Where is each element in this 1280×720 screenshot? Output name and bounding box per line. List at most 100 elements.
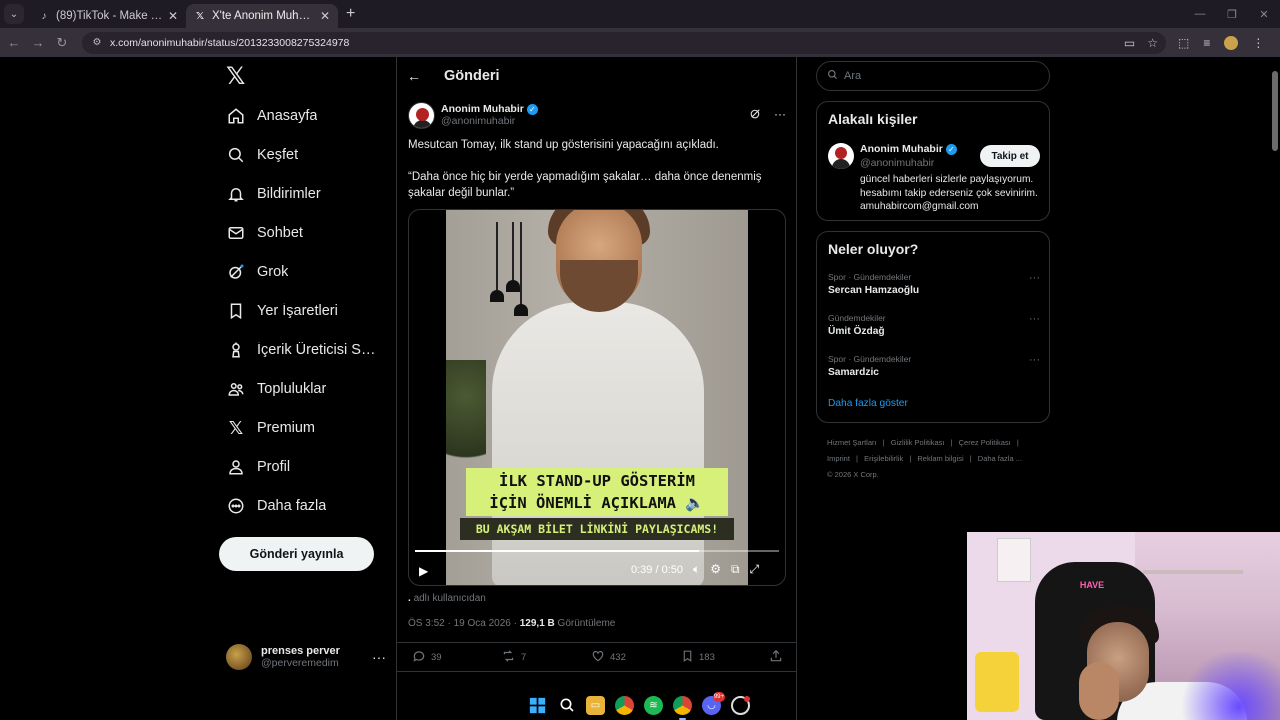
author-handle[interactable]: @anonimuhabir (441, 115, 538, 127)
settings-gear-icon[interactable]: ⚙ (710, 562, 721, 577)
fullscreen-icon[interactable]: ⤢ (750, 562, 760, 577)
view-count: 129,1 B (519, 618, 555, 629)
footer-link[interactable]: Gizlilik Politikası (891, 438, 945, 447)
forward-arrow-icon[interactable]: → (26, 35, 50, 50)
sidebar-item-more[interactable]: Daha fazla (226, 492, 386, 520)
sidebar-item-notifications[interactable]: Bildirimler (226, 180, 386, 208)
url-bar[interactable]: ⚙ x.com/anonimuhabir/status/201323300827… (82, 31, 1166, 54)
video-player[interactable]: İLK STAND-UP GÖSTERİM İÇİN ÖNEMLİ AÇIKLA… (408, 209, 786, 586)
video-progress-bar[interactable] (415, 550, 779, 552)
bookmark-button[interactable]: 183 (681, 649, 715, 666)
footer-link[interactable]: Daha fazla ... (978, 454, 1022, 463)
minimize-icon[interactable]: — (1184, 8, 1216, 20)
steam-icon[interactable] (731, 695, 750, 715)
close-tab-icon[interactable]: ✕ (168, 9, 178, 23)
footer-link[interactable]: Erişilebilirlik (864, 454, 903, 463)
more-dots-icon[interactable]: ··· (1029, 272, 1040, 284)
volume-icon[interactable]: 🔈︎ (693, 562, 700, 577)
sidebar-item-grok[interactable]: Grok (226, 258, 386, 286)
trend-item[interactable]: Gündemdekiler Ümit Özdağ ··· (828, 313, 1040, 343)
sidebar-item-label: Daha fazla (257, 498, 327, 514)
show-more-link[interactable]: Daha fazla göster (828, 398, 908, 409)
site-info-icon[interactable]: ⚙ (90, 36, 104, 50)
sidebar-item-explore[interactable]: Keşfet (226, 141, 386, 169)
author-name[interactable]: Anonim Muhabir (441, 103, 524, 115)
post-button[interactable]: Gönderi yayınla (219, 537, 374, 571)
account-name: prenses perver (261, 645, 340, 657)
sidebar-item-chat[interactable]: Sohbet (226, 219, 386, 247)
trend-name: Sercan Hamzaoğlu (828, 285, 920, 296)
post-timestamp[interactable]: ÖS 3:52 · 19 Oca 2026 · (408, 618, 517, 629)
view-label: Görüntüleme (557, 618, 616, 629)
sidebar-item-premium[interactable]: 𝕏 Premium (226, 414, 386, 442)
x-logo-icon: 𝕏 (195, 10, 205, 22)
url-text[interactable]: x.com/anonimuhabir/status/20132330082753… (110, 37, 1124, 49)
footer-link[interactable]: Çerez Politikası (959, 438, 1011, 447)
tab-x-post[interactable]: 𝕏 X'te Anonim Muhabir: "Mesutcan ✕ (186, 4, 338, 28)
tab-search-chevron-icon[interactable]: ⌄ (4, 4, 24, 24)
like-button[interactable]: 432 (591, 649, 626, 666)
search-icon[interactable] (557, 696, 576, 715)
profile-icon (226, 457, 246, 477)
reading-list-icon[interactable]: ≡ (1203, 36, 1210, 50)
menu-kebab-icon[interactable]: ⋮ (1252, 36, 1264, 50)
attribution-user[interactable]: . (408, 593, 411, 604)
person-name[interactable]: Anonim Muhabir (860, 143, 943, 155)
follow-button[interactable]: Takip et (980, 145, 1040, 167)
search-input[interactable]: Ara (816, 61, 1050, 91)
more-dots-icon[interactable]: ··· (372, 649, 386, 665)
video-frame[interactable]: İLK STAND-UP GÖSTERİM İÇİN ÖNEMLİ AÇIKLA… (446, 210, 748, 585)
share-button[interactable] (769, 649, 783, 666)
more-dots-icon[interactable]: ··· (1029, 354, 1040, 366)
maximize-icon[interactable]: ❐ (1216, 8, 1248, 21)
x-premium-icon: 𝕏 (228, 417, 244, 438)
sidebar-item-creator-studio[interactable]: İçerik Üreticisi St... (226, 336, 386, 364)
browser-tab-bar: ⌄ ♪ (89)TikTok - Make Your Day ✕ 𝕏 X'te … (0, 0, 1280, 28)
account-handle: @perveremedim (261, 657, 339, 669)
x-logo-icon[interactable]: 𝕏 (226, 65, 250, 89)
play-icon[interactable]: ▶ (419, 564, 428, 578)
profile-avatar[interactable] (1224, 35, 1239, 50)
more-dots-icon[interactable]: ··· (1029, 313, 1040, 325)
chrome-icon[interactable] (615, 695, 634, 715)
repost-button[interactable]: 7 (501, 649, 526, 666)
grok-icon (226, 262, 246, 282)
footer-link[interactable]: Hizmet Şartları (827, 438, 877, 447)
footer-link[interactable]: Reklam bilgisi (917, 454, 963, 463)
home-icon (226, 106, 246, 126)
extensions-icon[interactable]: ⬚ (1178, 36, 1189, 50)
back-arrow-icon[interactable]: ← (2, 35, 26, 50)
account-switcher[interactable]: prenses perver @perveremedim ··· (226, 643, 386, 671)
footer-link[interactable]: Imprint (827, 454, 850, 463)
chrome-active-icon[interactable] (673, 695, 692, 720)
sidebar-item-communities[interactable]: Topluluklar (226, 375, 386, 403)
post-meta: ÖS 3:52 · 19 Oca 2026 · 129,1 B Görüntül… (408, 618, 615, 629)
cast-icon[interactable]: ▭ (1124, 36, 1135, 50)
verified-badge-icon: ✓ (526, 103, 538, 115)
footer-links: Hizmet Şartları | Gizlilik Politikası | … (827, 438, 1022, 479)
new-tab-icon[interactable]: + (346, 5, 355, 23)
sidebar-item-profile[interactable]: Profil (226, 453, 386, 481)
discord-icon[interactable]: ◡ 99+ (702, 691, 725, 715)
back-arrow-icon[interactable]: ← (407, 68, 427, 84)
more-dots-icon[interactable]: ··· (774, 107, 786, 123)
spotify-icon[interactable]: ≋ (644, 695, 663, 715)
close-window-icon[interactable]: ✕ (1248, 8, 1280, 21)
bookmark-icon (226, 301, 246, 321)
sidebar-item-bookmarks[interactable]: Yer İşaretleri (226, 297, 386, 325)
bookmark-star-icon[interactable]: ☆ (1147, 36, 1158, 50)
sidebar-item-home[interactable]: Anasayfa (226, 102, 386, 130)
avatar[interactable] (408, 101, 435, 129)
grok-icon[interactable] (749, 107, 762, 123)
windows-start-icon[interactable] (528, 696, 547, 715)
picture-in-picture-icon[interactable]: ⧉ (731, 562, 740, 577)
trend-item[interactable]: Spor · Gündemdekiler Sercan Hamzaoğlu ··… (828, 272, 1040, 302)
tab-tiktok[interactable]: ♪ (89)TikTok - Make Your Day ✕ (30, 4, 186, 28)
search-icon (226, 145, 246, 165)
trend-item[interactable]: Spor · Gündemdekiler Samardzic ··· (828, 354, 1040, 384)
close-tab-icon[interactable]: ✕ (320, 9, 330, 23)
reply-button[interactable]: 39 (412, 649, 442, 666)
file-explorer-icon[interactable]: ▭ (586, 695, 605, 715)
reload-icon[interactable]: ↻ (50, 35, 74, 51)
avatar[interactable] (828, 143, 854, 169)
